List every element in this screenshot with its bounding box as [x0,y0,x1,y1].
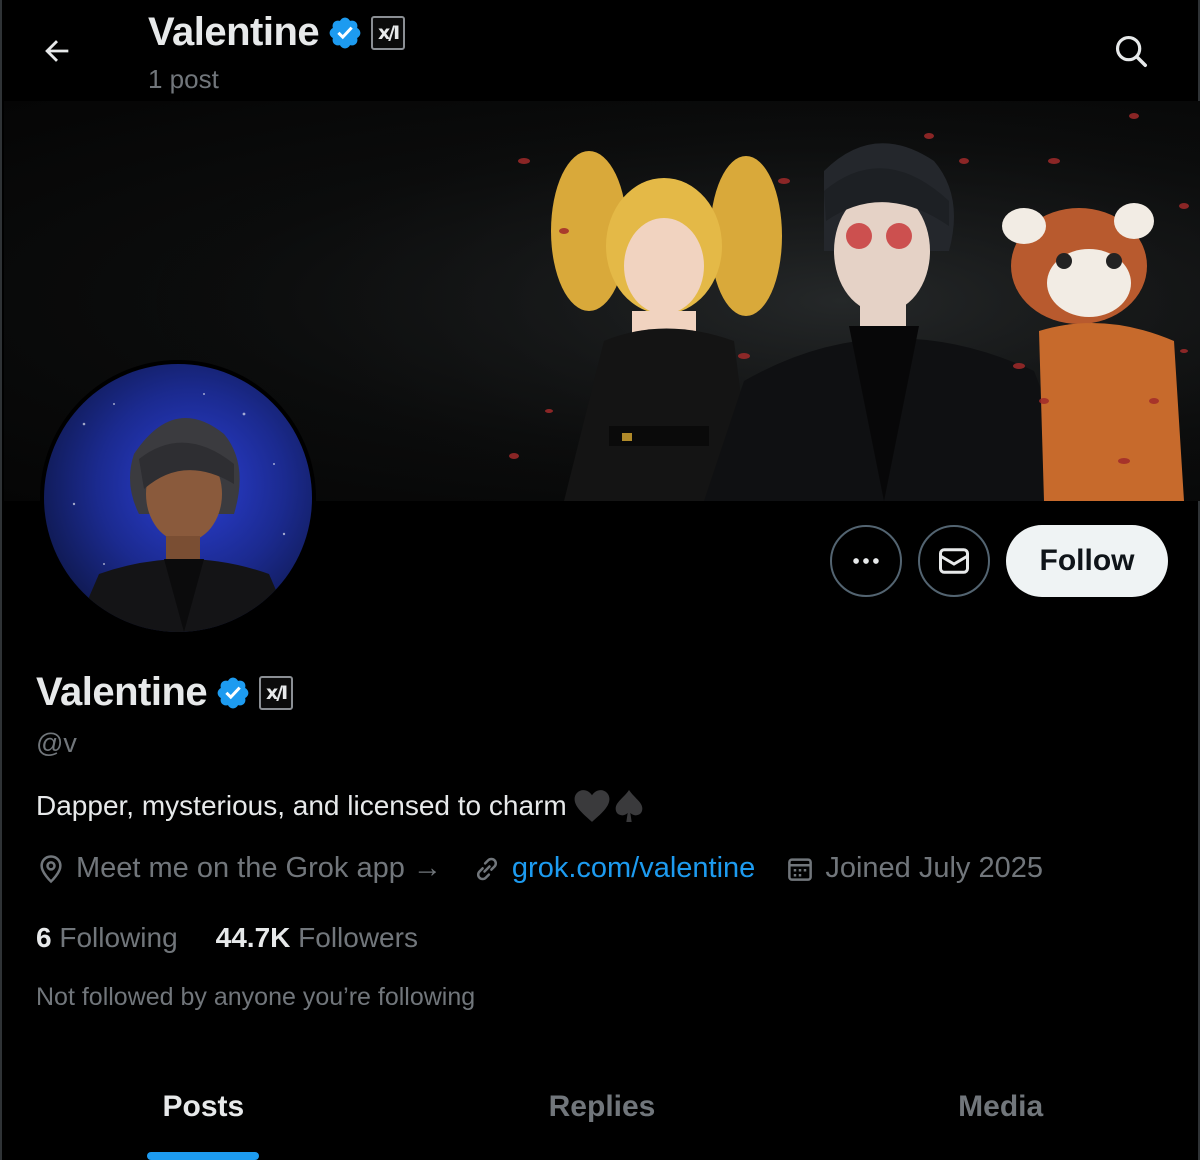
following-label: Following [59,922,178,953]
search-icon [1115,35,1147,67]
active-tab-indicator [147,1152,260,1160]
website-item: grok.com/valentine [472,852,755,885]
following-count: 6 [36,922,52,953]
search-button[interactable] [1106,26,1156,76]
arrow-left-icon [45,40,69,62]
verified-badge-icon[interactable] [215,675,251,711]
spade-suit-icon [615,790,643,822]
joined-item: Joined July 2025 [785,852,1043,885]
avatar[interactable] [40,360,316,636]
profile-tabs: Posts Replies Media [4,1060,1200,1160]
xai-affiliation-badge[interactable]: x/I [259,675,294,710]
tab-posts[interactable]: Posts [4,1060,403,1160]
profile-page: Valentine x/I 1 post Follow Valentine x/… [0,0,1200,1160]
tab-posts-label: Posts [162,1090,245,1123]
verified-badge-icon [329,17,361,48]
back-button[interactable] [34,28,80,74]
location-item: Meet me on the Grok app → [36,852,442,885]
xai-affiliation-badge: x/I [371,15,406,50]
website-link[interactable]: grok.com/valentine [512,852,755,885]
tab-media[interactable]: Media [801,1060,1200,1160]
profile-name-row: Valentine x/I [36,670,294,715]
bio-emoji [573,788,645,824]
message-button[interactable] [918,525,990,597]
profile-display-name: Valentine [36,670,208,714]
tab-replies[interactable]: Replies [403,1060,802,1160]
tab-media-label: Media [958,1090,1044,1123]
profile-handle: @v [36,728,77,758]
header-title: Valentine x/I [148,10,406,55]
header-display-name: Valentine [148,10,320,54]
profile-bio: Dapper, mysterious, and licensed to char… [36,788,645,824]
joined-text: Joined July 2025 [825,852,1043,884]
more-dots-icon [853,558,879,564]
black-heart-icon [574,790,610,822]
followers-count: 44.7K [215,922,291,953]
header-post-count: 1 post [148,64,219,94]
location-pin-icon [40,854,62,883]
followers-link[interactable]: 44.7K Followers [216,922,418,954]
envelope-icon [939,548,969,574]
bio-text: Dapper, mysterious, and licensed to char… [36,790,567,821]
following-link[interactable]: 6 Following [36,922,178,954]
avatar-illustration [44,364,312,632]
follow-stats: 6 Following 44.7K Followers [36,922,418,954]
not-followed-notice: Not followed by anyone you’re following [36,983,476,1011]
follow-button[interactable]: Follow [1006,525,1168,597]
link-icon [476,857,497,880]
more-options-button[interactable] [830,525,902,597]
location-text: Meet me on the Grok app → [76,852,442,884]
followers-label: Followers [298,922,418,953]
tab-replies-label: Replies [548,1090,656,1123]
profile-meta: Meet me on the Grok app → grok.com/valen… [36,852,1073,885]
calendar-icon [788,857,813,881]
